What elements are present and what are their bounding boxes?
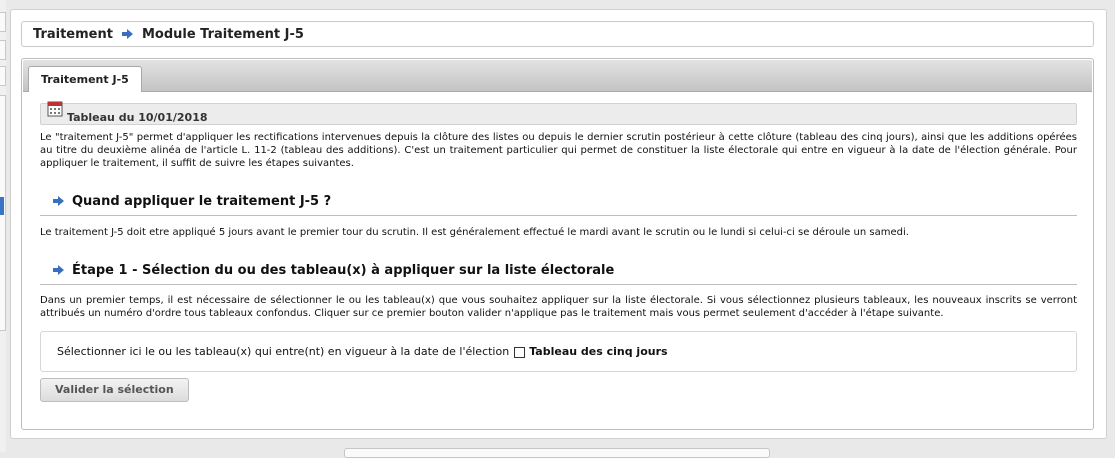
tab-traitement-j5[interactable]: Traitement J-5 bbox=[28, 66, 142, 92]
sidebar-tab[interactable] bbox=[0, 40, 6, 60]
tab-content: Tableau du 10/01/2018 Le "traitement J-5… bbox=[40, 101, 1077, 402]
section-step1-text: Dans un premier temps, il est nécessaire… bbox=[40, 295, 1077, 319]
arrow-right-icon bbox=[53, 264, 64, 275]
arrow-right-icon bbox=[121, 29, 133, 39]
section-when-text: Le traitement J-5 doit etre appliqué 5 j… bbox=[40, 227, 909, 238]
validate-selection-button[interactable]: Valider la sélection bbox=[40, 378, 189, 402]
table-selection-box: Sélectionner ici le ou les tableau(x) qu… bbox=[40, 331, 1077, 372]
tab-panel: Traitement J-5 Tableau du 10/01/2018 Le … bbox=[21, 58, 1094, 430]
intro-text: Le "traitement J-5" permet d'appliquer l… bbox=[40, 132, 1077, 169]
breadcrumb-current: Module Traitement J-5 bbox=[141, 26, 304, 42]
breadcrumb: Traitement Module Traitement J-5 bbox=[21, 21, 1094, 47]
tableau-cinq-jours-checkbox[interactable] bbox=[514, 347, 526, 358]
calendar-icon bbox=[47, 101, 63, 117]
section-heading-text: Étape 1 - Sélection du ou des tableau(x)… bbox=[72, 263, 615, 278]
section-heading-step1: Étape 1 - Sélection du ou des tableau(x)… bbox=[40, 263, 1077, 285]
section-header: Tableau du 10/01/2018 bbox=[40, 101, 1077, 125]
sidebar-tab[interactable] bbox=[0, 12, 6, 32]
section-header-title: Tableau du 10/01/2018 bbox=[67, 111, 208, 124]
left-sidebar-edge bbox=[0, 0, 6, 452]
selection-prompt: Sélectionner ici le ou les tableau(x) qu… bbox=[57, 345, 510, 358]
section-heading-when: Quand appliquer le traitement J-5 ? bbox=[40, 194, 1077, 216]
sidebar-tab[interactable] bbox=[0, 66, 6, 86]
checkbox-label[interactable]: Tableau des cinq jours bbox=[529, 345, 667, 358]
section-heading-text: Quand appliquer le traitement J-5 ? bbox=[72, 194, 332, 209]
arrow-right-icon bbox=[53, 195, 64, 206]
breadcrumb-root[interactable]: Traitement bbox=[33, 27, 113, 42]
tab-bar: Traitement J-5 bbox=[23, 60, 1092, 92]
sidebar-active-indicator bbox=[0, 197, 4, 215]
bottom-panel-edge bbox=[344, 448, 770, 458]
